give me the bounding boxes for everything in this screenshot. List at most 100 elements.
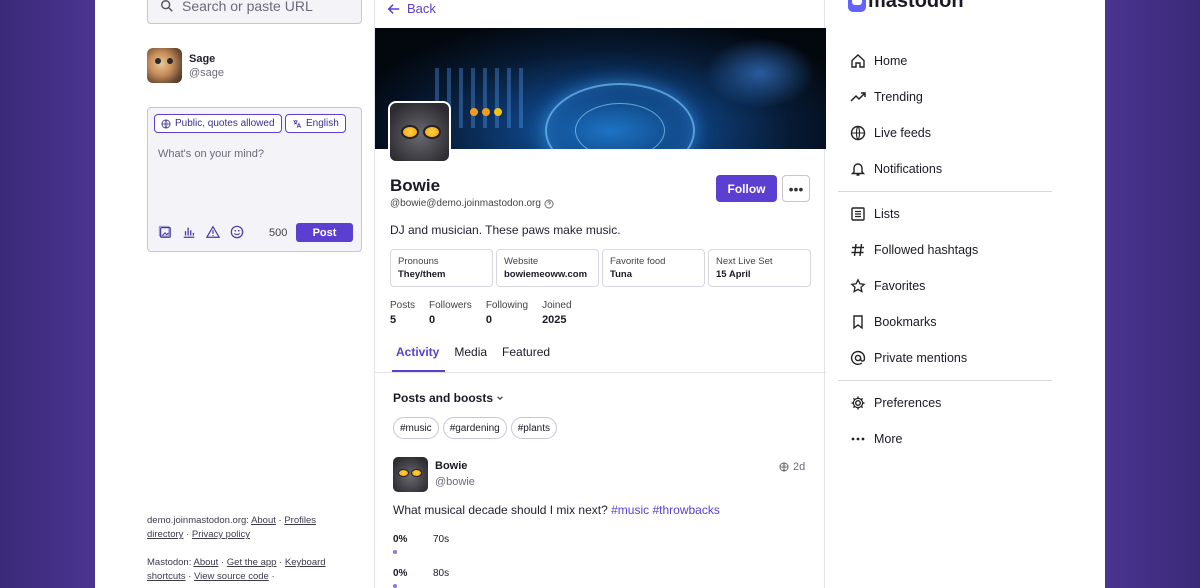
- poll-label: 70s: [433, 534, 450, 545]
- mastodon-logo[interactable]: mastodon: [848, 0, 964, 13]
- hashtag-link[interactable]: #music: [611, 503, 649, 517]
- source-link[interactable]: View source code: [194, 571, 269, 582]
- tab-media[interactable]: Media: [448, 345, 493, 372]
- nav-live-feeds[interactable]: Live feeds: [850, 115, 1050, 151]
- compose-textarea[interactable]: What's on your mind?: [158, 148, 264, 160]
- profile-avatar[interactable]: [388, 101, 451, 163]
- nav-favorites[interactable]: Favorites: [850, 268, 1050, 304]
- nav-label: Lists: [874, 207, 900, 221]
- stat-value: 0: [485, 314, 492, 326]
- tab-activity[interactable]: Activity: [390, 345, 446, 372]
- tag-plants[interactable]: #plants: [510, 417, 557, 439]
- app-window: Search or paste URL Sage @sage Public, q…: [95, 0, 1105, 588]
- keyboard-link[interactable]: Keyboard: [285, 557, 326, 568]
- visibility-button[interactable]: Public, quotes allowed: [154, 114, 282, 133]
- tag-music[interactable]: #music: [393, 417, 439, 439]
- nav-private-mentions[interactable]: Private mentions: [850, 340, 1050, 376]
- post-time-label: 2d: [793, 461, 806, 473]
- bookmark-icon: [853, 315, 863, 330]
- left-column: Search or paste URL Sage @sage Public, q…: [95, 0, 374, 588]
- avatar[interactable]: [147, 48, 182, 83]
- post-content: What musical decade should I mix next? #…: [393, 503, 720, 517]
- nav-label: Trending: [874, 90, 923, 104]
- navigation-panel: mastodon Home Trending Live feeds Notifi…: [826, 0, 1105, 588]
- stat-label: Followers: [429, 300, 472, 311]
- compose-form: Public, quotes allowed English What's on…: [147, 107, 362, 252]
- profile-handle: @bowie@demo.joinmastodon.org: [390, 198, 554, 209]
- shortcuts-link[interactable]: shortcuts: [147, 571, 186, 582]
- stat-label: Following: [485, 300, 529, 311]
- server-name: demo.joinmastodon.org: [147, 515, 247, 526]
- profile-bio: DJ and musician. These paws make music.: [390, 223, 621, 237]
- at-icon: [850, 350, 866, 366]
- post-avatar[interactable]: [393, 457, 428, 492]
- poll-percent: 0%: [393, 534, 408, 545]
- hashtag-link[interactable]: #throwbacks: [652, 503, 719, 517]
- posts-filter-dropdown[interactable]: Posts and boosts: [393, 391, 504, 405]
- stat-value: 0: [429, 314, 436, 326]
- nav-followed-hashtags[interactable]: Followed hashtags: [850, 232, 1050, 268]
- arrow-left-icon: [387, 3, 400, 14]
- search-input[interactable]: Search or paste URL: [147, 0, 362, 24]
- directory-link[interactable]: directory: [147, 529, 183, 540]
- field-value-link[interactable]: bowiemeoww.com: [504, 269, 591, 280]
- tag-gardening[interactable]: #gardening: [442, 417, 507, 439]
- profile-display-name: Bowie: [390, 176, 441, 195]
- field-key: Pronouns: [398, 256, 439, 267]
- bell-icon: [850, 163, 866, 176]
- profiles-link[interactable]: Profiles: [284, 515, 316, 526]
- hashtag-icon: [851, 243, 864, 257]
- post-button[interactable]: Post: [296, 223, 353, 242]
- more-options-button[interactable]: •••: [782, 175, 810, 202]
- profile-stats: Posts 5 Followers 0 Following 0 Joined 2025: [390, 300, 586, 326]
- nav-more[interactable]: More: [850, 421, 1050, 457]
- search-icon: [161, 0, 173, 12]
- help-icon[interactable]: [544, 199, 554, 209]
- globe-icon: [779, 462, 789, 472]
- stat-label: Joined: [542, 300, 572, 311]
- post-author-name[interactable]: Bowie: [435, 460, 467, 472]
- warning-icon[interactable]: [206, 225, 220, 239]
- profile-field: Favorite food Tuna: [602, 249, 705, 287]
- profile-acct: @bowie@demo.joinmastodon.org: [390, 198, 541, 209]
- privacy-link[interactable]: Privacy policy: [192, 529, 250, 540]
- logo-text: mastodon: [868, 0, 964, 12]
- trending-icon: [850, 92, 866, 102]
- nav-lists[interactable]: Lists: [850, 196, 1050, 232]
- post-author-handle[interactable]: @bowie: [435, 476, 475, 488]
- about-link[interactable]: About: [251, 515, 276, 526]
- field-value: Tuna: [610, 269, 632, 280]
- language-button[interactable]: English: [285, 114, 346, 133]
- post-text: What musical decade should I mix next?: [393, 503, 612, 517]
- nav-home[interactable]: Home: [850, 43, 1050, 79]
- mastodon-about-link[interactable]: About: [194, 557, 219, 568]
- nav-preferences[interactable]: Preferences: [850, 385, 1050, 421]
- stat-following[interactable]: Following 0: [486, 300, 528, 326]
- emoji-icon[interactable]: [230, 225, 244, 239]
- nav-bookmarks[interactable]: Bookmarks: [850, 304, 1050, 340]
- nav-trending[interactable]: Trending: [850, 79, 1050, 115]
- back-button[interactable]: Back: [387, 1, 436, 16]
- stat-posts[interactable]: Posts 5: [390, 300, 415, 326]
- nav-label: Notifications: [874, 162, 943, 176]
- globe-icon: [161, 119, 171, 128]
- search-placeholder: Search or paste URL: [182, 0, 313, 14]
- ellipsis-icon: •••: [788, 180, 804, 197]
- poll: 0% 70s 0% 80s: [393, 534, 793, 588]
- poll-icon[interactable]: [182, 225, 196, 239]
- poll-option: 0% 70s: [393, 534, 793, 568]
- stat-followers[interactable]: Followers 0: [429, 300, 472, 326]
- profile-field: Next Live Set 15 April: [708, 249, 811, 287]
- media-icon[interactable]: [158, 225, 172, 239]
- more-icon: [851, 437, 865, 441]
- get-app-link[interactable]: Get the app: [227, 557, 277, 568]
- profile-field: Website bowiemeoww.com: [496, 249, 599, 287]
- current-user[interactable]: Sage @sage: [147, 48, 224, 83]
- follow-button[interactable]: Follow: [716, 175, 777, 202]
- tab-featured[interactable]: Featured: [496, 345, 556, 372]
- post-timestamp[interactable]: 2d: [779, 461, 805, 473]
- field-key: Favorite food: [610, 256, 666, 267]
- nav-notifications[interactable]: Notifications: [850, 151, 1050, 187]
- chevron-down-icon: [497, 396, 503, 400]
- nav-divider: [838, 380, 1052, 381]
